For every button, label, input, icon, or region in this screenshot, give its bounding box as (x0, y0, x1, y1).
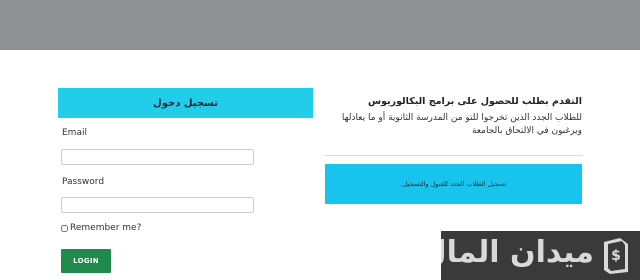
password-field[interactable] (61, 197, 254, 213)
password-label: Password (62, 177, 105, 187)
svg-text:$: $ (611, 248, 621, 264)
remember-me-checkbox[interactable] (61, 224, 68, 232)
watermark-logo: ميدان المال $ (441, 231, 640, 280)
bachelor-application-description: للطلاب الجدد الذين تخرجوا للتو من المدرس… (341, 113, 582, 136)
money-document-icon: $ (604, 238, 628, 274)
login-panel-header: تسجيل دخول (58, 88, 313, 118)
top-navigation-bar (0, 0, 640, 50)
remember-me-row: Remember me? (61, 223, 141, 233)
watermark-logo-text: ميدان المال (441, 235, 594, 270)
new-students-notice-text: تسجيل الطلاب الجدد للقبول والتسجيل. (400, 180, 507, 188)
email-label: Email (62, 128, 87, 138)
bachelor-application-title: التقدم بطلب للحصول على برامج البكالوريوس (368, 96, 582, 107)
email-field[interactable] (61, 149, 254, 165)
login-button[interactable]: LOGIN (61, 249, 111, 273)
section-divider (325, 155, 583, 156)
new-students-notice[interactable]: تسجيل الطلاب الجدد للقبول والتسجيل. (325, 164, 582, 204)
remember-me-label: Remember me? (70, 223, 142, 233)
